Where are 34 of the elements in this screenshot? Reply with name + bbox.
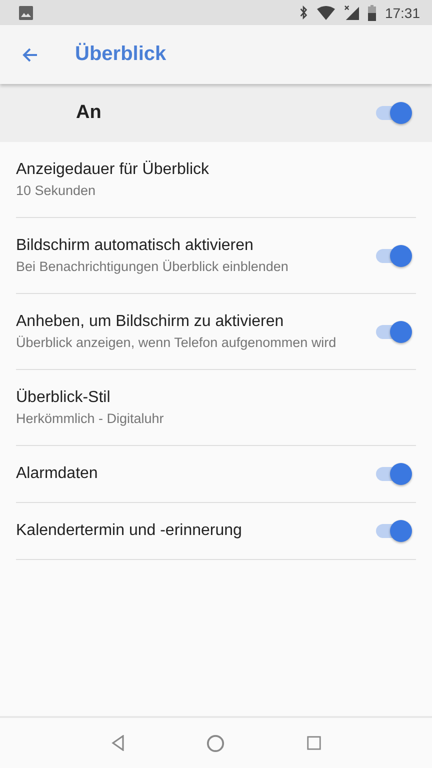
setting-title: Alarmdaten: [16, 464, 99, 484]
toggle-switch[interactable]: [376, 463, 412, 485]
master-switch-row[interactable]: An: [0, 84, 432, 142]
setting-title: Bildschirm automatisch aktivieren: [16, 236, 254, 256]
battery-icon: [368, 4, 376, 20]
recents-icon[interactable]: [307, 736, 322, 750]
setting-row[interactable]: Anheben, um Bildschirm zu aktivieren Überblick anzeigen, wenn Telefon aufgenommen wird: [16, 294, 416, 370]
setting-row[interactable]: Alarmdaten: [16, 446, 416, 503]
bluetooth-icon: [298, 5, 308, 20]
screen-title: Überblick: [75, 43, 166, 66]
setting-summary: 10 Sekunden: [16, 182, 97, 200]
back-arrow-icon: [22, 46, 38, 62]
clock-time: 17:31: [384, 4, 420, 20]
home-icon[interactable]: [206, 734, 226, 752]
back-icon[interactable]: [110, 735, 125, 751]
image-icon: [19, 6, 33, 20]
setting-title: Überblick-Stil: [16, 388, 112, 408]
setting-row[interactable]: Kalendertermin und -erinnerung: [16, 503, 416, 560]
toggle-switch[interactable]: [376, 102, 412, 124]
setting-row[interactable]: Überblick-Stil Herkömmlich - Digitaluhr: [16, 370, 416, 446]
toggle-switch[interactable]: [376, 320, 412, 342]
setting-row[interactable]: Bildschirm automatisch aktivieren Bei Benachrichtigungen Überblick einblenden: [16, 218, 416, 294]
setting-summary: Bei Benachrichtigungen Überblick einblenden: [16, 258, 290, 276]
master-switch-label: An: [76, 102, 102, 124]
setting-title: Kalendertermin und -erinnerung: [16, 521, 243, 541]
toggle-switch[interactable]: [376, 520, 412, 542]
setting-summary: Herkömmlich - Digitaluhr: [16, 410, 165, 428]
setting-summary: Überblick anzeigen, wenn Telefon aufgenommen wird: [16, 334, 338, 352]
toggle-switch[interactable]: [376, 244, 412, 266]
wifi-icon: [316, 6, 335, 20]
signal-icon: [344, 5, 359, 20]
setting-title: Anheben, um Bildschirm zu aktivieren: [16, 312, 285, 332]
setting-title: Anzeigedauer für Überblick: [16, 160, 210, 180]
setting-row[interactable]: Anzeigedauer für Überblick 10 Sekunden: [16, 142, 416, 218]
